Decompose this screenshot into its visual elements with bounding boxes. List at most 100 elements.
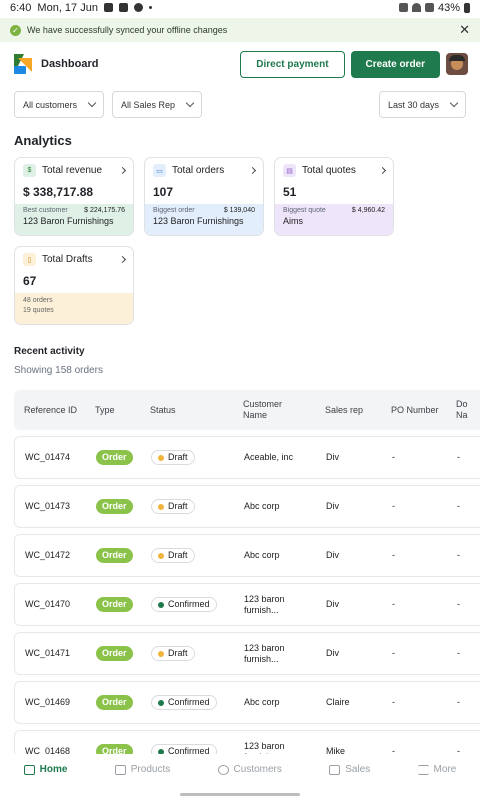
column-truncated[interactable]: Do Na — [456, 390, 470, 430]
card-value: 67 — [23, 274, 37, 288]
card-detail: Biggest order $ 139,040 123 Baron Furnish… — [145, 204, 263, 235]
cell-status: Confirmed — [151, 682, 217, 723]
revenue-icon: $ — [23, 164, 36, 177]
sales-rep-filter-dropdown[interactable]: All Sales Rep — [112, 91, 203, 118]
card-title: Total orders — [172, 165, 225, 176]
status-dot-icon — [158, 699, 164, 706]
card-title: Total quotes — [302, 165, 356, 176]
table-row[interactable]: WC_01470 Order Confirmed 123 baron furnish.… — [14, 583, 480, 626]
app-header: Dashboard Direct payment Create order — [0, 42, 480, 86]
card-title: Total Drafts — [42, 254, 93, 265]
signal-icon — [424, 3, 434, 12]
table-row[interactable]: WC_01474 Order Draft Aceable, inc Div - - — [14, 436, 480, 479]
cell-customer-name: Abc corp — [244, 501, 280, 511]
type-badge: Order — [96, 450, 133, 465]
status-dot-icon — [158, 650, 164, 657]
recent-activity-count: Showing 158 orders — [14, 365, 103, 376]
total-drafts-card[interactable]: ▯ Total Drafts 67 48 orders 19 quotes — [14, 246, 134, 325]
nav-sales[interactable]: Sales — [329, 764, 370, 775]
card-title: Total revenue — [42, 165, 103, 176]
table-row[interactable]: WC_01473 Order Draft Abc corp Div - - — [14, 485, 480, 528]
card-detail: Biggest quote $ 4,960.42 Aims — [275, 204, 393, 235]
nav-products[interactable]: Products — [114, 764, 171, 775]
nav-home[interactable]: Home — [23, 764, 68, 775]
home-icon — [23, 764, 35, 775]
status-badge: Confirmed — [151, 695, 217, 710]
cell-reference-id: WC_01471 — [25, 648, 71, 658]
table-row[interactable]: WC_01471 Order Draft 123 baron furnish... Di… — [14, 632, 480, 675]
column-sales-rep[interactable]: Sales rep — [325, 390, 363, 430]
cell-type: Order — [96, 535, 133, 576]
type-badge: Order — [96, 597, 133, 612]
customers-filter-dropdown[interactable]: All customers — [14, 91, 105, 118]
column-status[interactable]: Status — [150, 390, 176, 430]
chevron-right-icon — [118, 166, 127, 175]
chevron-down-icon — [185, 98, 195, 108]
total-orders-card[interactable]: ▭ Total orders 107 Biggest order $ 139,04… — [144, 157, 264, 236]
direct-payment-button[interactable]: Direct payment — [240, 50, 345, 78]
status-badge: Draft — [151, 499, 195, 514]
chevron-right-icon — [378, 166, 387, 175]
column-po-number[interactable]: PO Number — [391, 390, 439, 430]
status-badge: Confirmed — [151, 597, 217, 612]
detail-label: Biggest quote — [283, 207, 326, 214]
cell-status: Draft — [151, 633, 195, 674]
card-value: 107 — [153, 185, 174, 199]
nav-more[interactable]: More — [417, 764, 457, 775]
type-badge: Order — [96, 499, 133, 514]
total-revenue-card[interactable]: $ Total revenue $ 338,717.88 Best custom… — [14, 157, 134, 236]
chevron-right-icon — [248, 166, 257, 175]
cell-truncated: - — [457, 697, 460, 707]
avatar[interactable] — [446, 53, 468, 75]
type-badge: Order — [96, 548, 133, 563]
status-label: Confirmed — [168, 697, 210, 707]
column-customer-name[interactable]: Customer Name — [243, 390, 303, 430]
cell-po-number: - — [392, 648, 395, 658]
drafts-quotes: 19 quotes — [23, 307, 54, 314]
chevron-right-icon — [118, 255, 127, 264]
drafts-icon: ▯ — [23, 253, 36, 266]
detail-label: Best customer — [23, 207, 68, 214]
home-indicator[interactable] — [180, 793, 300, 796]
cell-sales-rep: Claire — [326, 697, 350, 707]
sales-rep-filter-label: All Sales Rep — [121, 99, 176, 110]
sync-success-banner: ✓ We have successfully synced your offli… — [0, 18, 480, 42]
detail-name: 123 Baron Furnishings — [153, 216, 244, 226]
nav-customers[interactable]: Customers — [217, 764, 282, 775]
users-icon — [217, 764, 229, 775]
status-badge: Draft — [151, 646, 195, 661]
cell-reference-id: WC_01473 — [25, 501, 71, 511]
nav-home-label: Home — [39, 764, 68, 775]
table-row[interactable]: WC_01469 Order Confirmed Abc corp Claire - - — [14, 681, 480, 724]
cell-po-number: - — [392, 501, 395, 511]
cell-type: Order — [96, 682, 133, 723]
box-icon — [114, 764, 126, 775]
create-order-button[interactable]: Create order — [350, 50, 440, 78]
battery-level: 43% — [437, 1, 460, 14]
nav-more-label: More — [433, 764, 457, 775]
cell-customer-name: Aceable, inc — [244, 452, 294, 462]
period-filter-dropdown[interactable]: Last 30 days — [378, 91, 466, 118]
cell-customer-name: 123 baron furnish... — [244, 593, 285, 615]
card-value: $ 338,717.88 — [23, 185, 94, 199]
status-label: Draft — [168, 452, 188, 462]
detail-value: $ 224,175.76 — [84, 207, 125, 214]
column-type[interactable]: Type — [95, 390, 115, 430]
nav-products-label: Products — [130, 764, 171, 775]
close-icon[interactable]: ✕ — [459, 22, 470, 38]
cell-customer-name: Abc corp — [244, 550, 280, 560]
menu-icon — [417, 764, 429, 775]
table-row[interactable]: WC_01472 Order Draft Abc corp Div - - — [14, 534, 480, 577]
app-logo — [14, 54, 34, 74]
cell-customer-name: Abc corp — [244, 697, 280, 707]
check-circle-icon: ✓ — [10, 24, 21, 36]
cell-truncated: - — [457, 550, 460, 560]
cell-type: Order — [96, 486, 133, 527]
clock: 6:40 — [10, 1, 32, 14]
cell-sales-rep: Div — [326, 452, 339, 462]
drafts-orders: 48 orders — [23, 297, 53, 304]
quotes-icon: ▤ — [283, 164, 296, 177]
column-reference-id[interactable]: Reference ID — [24, 390, 77, 430]
filter-bar: All customers All Sales Rep Last 30 days — [0, 91, 480, 118]
total-quotes-card[interactable]: ▤ Total quotes 51 Biggest quote $ 4,960.4… — [274, 157, 394, 236]
